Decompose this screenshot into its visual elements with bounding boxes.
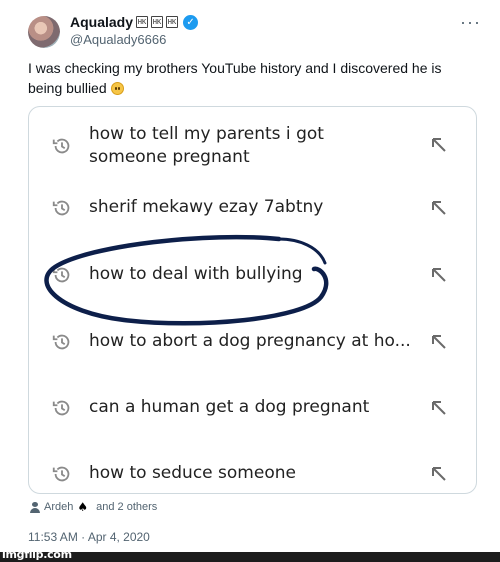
flag-emoji-3: HK: [166, 16, 179, 28]
arrow-up-left-icon[interactable]: [431, 137, 447, 153]
author-handle[interactable]: @Aqualady6666: [70, 32, 166, 47]
history-item[interactable]: how to abort a dog pregnancy at ho...: [29, 317, 476, 367]
history-item[interactable]: how to seduce someone: [29, 449, 476, 493]
tweet-media-image[interactable]: how to tell my parents i got someone pre…: [28, 106, 477, 494]
history-item[interactable]: how to tell my parents i got someone pre…: [29, 117, 476, 177]
avatar[interactable]: [28, 16, 60, 48]
history-clock-icon: [52, 400, 70, 416]
history-item-text: how to tell my parents i got someone pre…: [89, 123, 409, 169]
liked-by-others[interactable]: and 2 others: [96, 501, 157, 513]
flag-emoji-1: HK: [136, 16, 149, 28]
arrow-up-left-icon[interactable]: [431, 200, 447, 216]
history-clock-icon: [52, 334, 70, 350]
history-item-text: sherif mekawy ezay 7abtny: [89, 197, 324, 217]
history-item-line: someone pregnant: [89, 147, 250, 167]
person-icon: [30, 501, 40, 513]
history-clock-icon: [52, 138, 70, 154]
history-item-text: can a human get a dog pregnant: [89, 397, 370, 417]
arrow-up-left-icon[interactable]: [431, 400, 447, 416]
spade-emoji: ♠: [77, 500, 89, 514]
liked-by-row[interactable]: Ardeh ♠ and 2 others: [30, 500, 157, 514]
verified-badge-icon: ✓: [183, 14, 199, 30]
watermark-bar: [0, 552, 500, 562]
liked-by-name[interactable]: Ardeh: [44, 501, 73, 513]
history-item[interactable]: can a human get a dog pregnant: [29, 383, 476, 433]
history-item-line: how to tell my parents i got: [89, 124, 324, 144]
history-item[interactable]: sherif mekawy ezay 7abtny: [29, 183, 476, 233]
tweet-card: Aqualady HK HK HK ✓ @Aqualady6666 ··· I …: [0, 0, 500, 562]
imgflip-watermark: imgflip.com: [2, 548, 72, 561]
flag-emoji-2: HK: [151, 16, 164, 28]
history-item[interactable]: how to deal with bullying: [29, 250, 476, 300]
history-item-text: how to abort a dog pregnancy at ho...: [89, 331, 409, 351]
tweet-text: I was checking my brothers YouTube histo…: [28, 58, 478, 98]
author-display-name[interactable]: Aqualady: [70, 14, 133, 30]
history-clock-icon: [52, 200, 70, 216]
history-clock-icon: [52, 466, 70, 482]
more-dots-icon[interactable]: ···: [460, 12, 481, 33]
history-clock-icon: [52, 267, 70, 283]
history-item-text: how to deal with bullying: [89, 264, 303, 284]
arrow-up-left-icon[interactable]: [431, 267, 447, 283]
history-item-text: how to seduce someone: [89, 463, 296, 483]
author-name-row[interactable]: Aqualady HK HK HK ✓: [70, 14, 199, 30]
arrow-up-left-icon[interactable]: [431, 466, 447, 482]
arrow-up-left-icon[interactable]: [431, 334, 447, 350]
tweet-timestamp[interactable]: 11:53 AM · Apr 4, 2020: [28, 530, 150, 544]
pleading-face-emoji-icon: [110, 82, 124, 95]
tweet-text-body: I was checking my brothers YouTube histo…: [28, 60, 442, 96]
